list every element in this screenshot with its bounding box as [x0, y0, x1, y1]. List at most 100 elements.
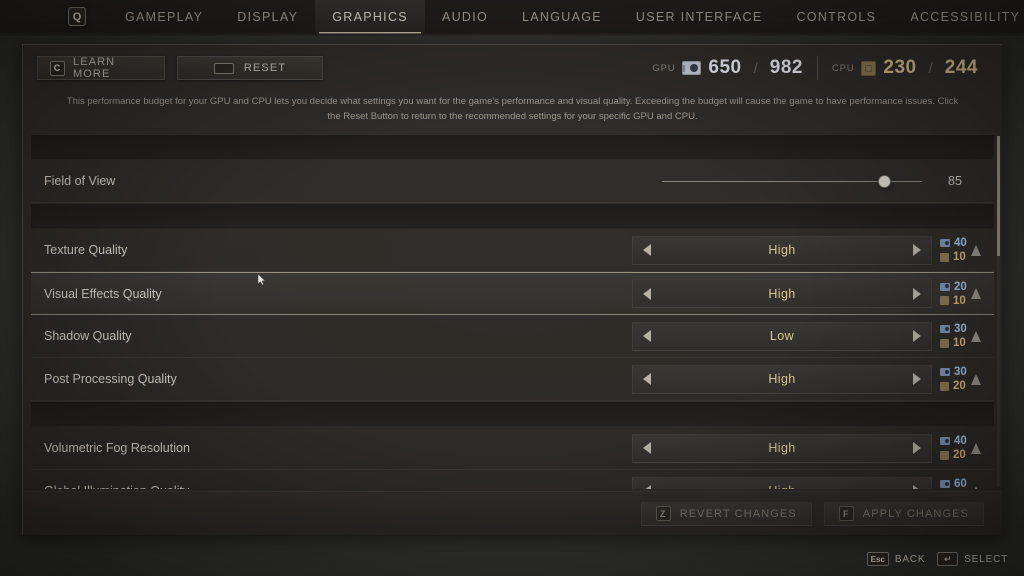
gpu-cost: 40 — [940, 435, 967, 448]
settings-row[interactable]: Post Processing Quality High 30 20 — [31, 358, 994, 402]
hint-select[interactable]: ↵ SELECT — [937, 552, 1008, 566]
chevron-right-icon[interactable] — [913, 244, 921, 257]
settings-row[interactable]: Texture Quality High 40 10 — [31, 229, 994, 273]
settings-scrollbar-thumb[interactable] — [997, 136, 1000, 257]
revert-changes-button[interactable]: Z REVERT CHANGES — [640, 501, 812, 526]
cpu-budget-group: CPU 230 / 244 — [832, 57, 978, 79]
reset-key-icon — [213, 62, 234, 74]
chevron-left-icon[interactable] — [643, 244, 651, 257]
option-spinner[interactable]: High — [632, 364, 932, 394]
reset-button[interactable]: RESET — [177, 56, 323, 80]
cpu-chip-icon — [861, 60, 877, 76]
gpu-cost-value: 20 — [954, 280, 967, 293]
trend-up-icon — [970, 373, 981, 385]
cpu-budget-separator: / — [928, 59, 933, 77]
option-spinner[interactable]: Low — [632, 321, 932, 351]
learn-more-key-icon: C — [50, 60, 65, 76]
chevron-left-icon[interactable] — [643, 287, 651, 300]
apply-changes-label: APPLY CHANGES — [862, 507, 969, 520]
tab-graphics[interactable]: GRAPHICS — [315, 0, 425, 34]
gpu-cost-value: 40 — [954, 435, 967, 448]
slider-knob[interactable] — [877, 174, 891, 188]
option-value: High — [768, 286, 796, 301]
option-value: High — [768, 441, 796, 456]
cost-values: 40 20 — [940, 435, 967, 462]
fov-slider[interactable] — [662, 172, 922, 190]
settings-row[interactable]: Visual Effects Quality High 20 10 — [31, 272, 994, 316]
chevron-left-icon[interactable] — [643, 485, 651, 490]
option-spinner[interactable]: High — [632, 476, 932, 490]
gpu-cost: 40 — [940, 237, 967, 250]
chevron-right-icon[interactable] — [913, 442, 921, 455]
learn-more-button[interactable]: C LEARN MORE — [37, 56, 165, 80]
hint-back-label: BACK — [894, 553, 926, 565]
gpu-cost: 60 — [940, 478, 967, 489]
settings-row[interactable]: Global Illumination Quality High 60 — [31, 470, 994, 490]
reset-label: RESET — [243, 62, 287, 74]
chevron-left-icon[interactable] — [643, 330, 651, 343]
tab-audio[interactable]: AUDIO — [425, 0, 505, 34]
apply-changes-button[interactable]: F APPLY CHANGES — [823, 501, 984, 526]
tab-gameplay[interactable]: GAMEPLAY — [108, 0, 220, 34]
option-spinner[interactable]: High — [632, 279, 932, 309]
option-value: High — [768, 372, 796, 387]
cpu-cost: 10 — [940, 337, 967, 350]
chevron-right-icon[interactable] — [913, 373, 921, 386]
chevron-left-icon[interactable] — [643, 373, 651, 386]
tab-controls[interactable]: CONTROLS — [779, 0, 893, 34]
esc-key-icon: Esc — [866, 552, 889, 566]
budget-description: This performance budget for your GPU and… — [66, 96, 959, 122]
tab-accessibility[interactable]: ACCESSIBILITY — [893, 0, 1024, 34]
chevron-left-icon[interactable] — [643, 442, 651, 455]
setting-cost-badges: 40 20 — [932, 435, 994, 462]
settings-row[interactable]: Field of View 85 — [31, 160, 994, 204]
gpu-budget-label: GPU — [652, 62, 676, 74]
tab-language[interactable]: LANGUAGE — [505, 0, 619, 34]
gpu-cost-value: 30 — [954, 366, 967, 379]
setting-cost-badges: 20 10 — [932, 280, 994, 307]
option-spinner[interactable]: High — [632, 235, 932, 265]
chevron-right-icon[interactable] — [913, 287, 921, 300]
cost-values: 40 10 — [940, 237, 967, 264]
option-spinner[interactable]: High — [632, 433, 932, 463]
settings-panel: C LEARN MORE RESET GPU 650 / 982 CPU 230… — [22, 44, 1002, 535]
hint-back[interactable]: Esc BACK — [866, 552, 926, 566]
cpu-budget-label: CPU — [831, 62, 855, 74]
cost-values: 60 — [940, 478, 967, 489]
settings-group-header — [31, 134, 994, 161]
settings-row[interactable]: Volumetric Fog Resolution High 40 20 — [31, 427, 994, 471]
setting-label: Texture Quality — [44, 243, 128, 258]
gpu-cost-value: 40 — [954, 237, 967, 250]
gpu-cost-icon — [940, 480, 950, 489]
slider-control[interactable]: 85 — [662, 172, 994, 190]
cpu-cost-value: 20 — [953, 449, 966, 462]
cpu-cost: 10 — [940, 251, 967, 264]
budget-readout: GPU 650 / 982 CPU 230 / 244 — [652, 56, 988, 80]
input-hints: Esc BACK ↵ SELECT — [866, 552, 1008, 566]
settings-row[interactable]: Shadow Quality Low 30 10 — [31, 315, 994, 359]
setting-label: Visual Effects Quality — [44, 286, 162, 301]
cpu-cost-value: 10 — [953, 251, 966, 264]
settings-scrollbar[interactable] — [997, 136, 1000, 488]
cpu-budget-used: 230 — [883, 57, 917, 78]
settings-scroll-area[interactable]: Field of View 85 Texture Quality High 40 10 Vi… — [23, 134, 1002, 490]
setting-cost-badges: 60 — [932, 478, 994, 490]
chevron-right-icon[interactable] — [913, 330, 921, 343]
cpu-cost: 20 — [940, 449, 967, 462]
top-navigation-bar: Q GAMEPLAY DISPLAY GRAPHICS AUDIO LANGUAGE US… — [0, 0, 1024, 36]
chevron-right-icon[interactable] — [913, 485, 921, 490]
trend-up-icon — [970, 244, 981, 256]
prev-tab-key-q[interactable]: Q — [68, 7, 86, 26]
setting-label: Post Processing Quality — [44, 372, 177, 387]
slider-value: 85 — [948, 174, 962, 189]
trend-up-icon — [970, 442, 981, 454]
gpu-cost-icon — [940, 325, 950, 334]
tab-display[interactable]: DISPLAY — [220, 0, 315, 34]
setting-cost-badges: 30 10 — [932, 323, 994, 350]
gpu-cost-icon — [940, 368, 950, 377]
tab-user-interface[interactable]: USER INTERFACE — [619, 0, 780, 34]
budget-divider — [816, 56, 818, 80]
performance-budget-bar: C LEARN MORE RESET GPU 650 / 982 CPU 230… — [23, 45, 1002, 91]
gpu-cost: 30 — [940, 366, 967, 379]
cpu-cost-icon — [940, 252, 949, 262]
